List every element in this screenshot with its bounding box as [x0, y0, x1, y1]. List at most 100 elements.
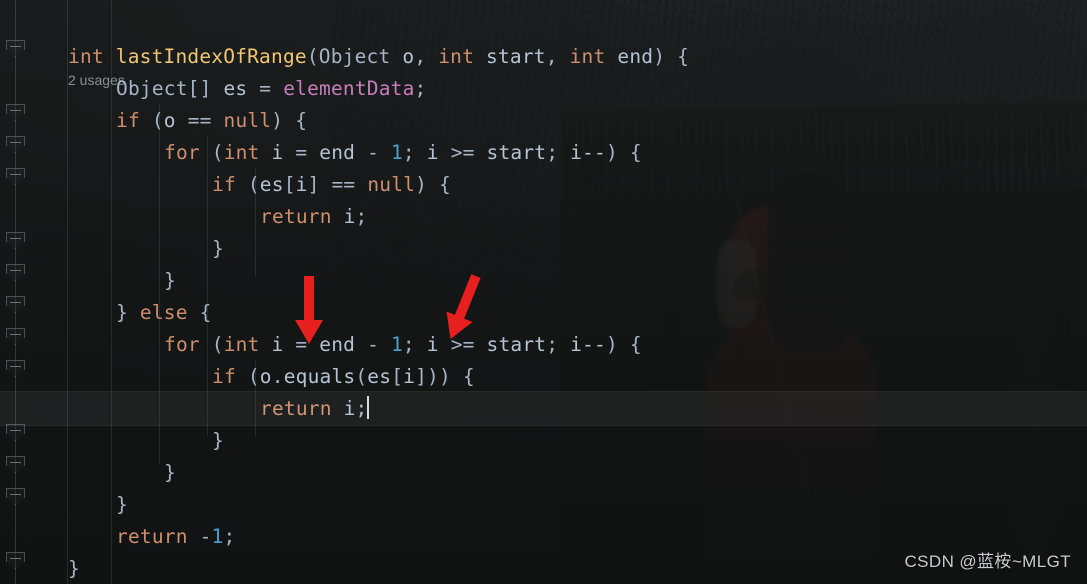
code-token: es	[367, 365, 392, 388]
code-token: if	[212, 173, 236, 196]
code-token: ;	[223, 525, 236, 548]
code-token: ;	[402, 333, 427, 356]
code-token: }	[212, 237, 224, 260]
code-token: o	[163, 109, 176, 132]
code-token: )	[271, 109, 284, 132]
current-line-highlight	[0, 391, 1087, 426]
code-token: {	[677, 45, 690, 68]
code-token: (	[355, 365, 368, 388]
code-line[interactable]: Object[] es = elementData;	[0, 73, 1087, 105]
code-line[interactable]: }	[0, 489, 1087, 521]
code-token: elementData	[283, 77, 415, 100]
code-token: ,	[545, 45, 570, 68]
code-token: else	[139, 301, 188, 324]
code-line[interactable]: int lastIndexOfRange(Object o, int start…	[0, 41, 1087, 73]
code-token: {	[629, 141, 642, 164]
code-token: {	[462, 365, 475, 388]
code-line[interactable]: if (o.equals(es[i])) {	[0, 361, 1087, 393]
code-token: o	[259, 365, 272, 388]
code-line[interactable]: }	[0, 457, 1087, 489]
code-token: start	[486, 45, 546, 68]
code-token: ;	[402, 141, 427, 164]
code-token: (	[211, 141, 224, 164]
code-line[interactable]: if (o == null) {	[0, 105, 1087, 137]
code-token: (	[151, 109, 164, 132]
code-token: [	[391, 365, 404, 388]
code-token: ;	[546, 333, 571, 356]
code-token: {	[199, 301, 212, 324]
code-token: null	[223, 109, 272, 132]
code-token: start	[486, 141, 547, 164]
code-token: =	[283, 141, 320, 164]
code-line[interactable]: for (int i = end - 1; i >= start; i--) {	[0, 137, 1087, 169]
code-token: int	[223, 333, 260, 356]
code-token: if	[212, 365, 236, 388]
code-token: -	[199, 525, 212, 548]
code-line[interactable]: } else {	[0, 297, 1087, 329]
code-token: i--	[570, 141, 606, 164]
code-token: start	[486, 333, 547, 356]
code-token: i	[295, 173, 308, 196]
code-token: int	[569, 45, 606, 68]
code-token: 1	[211, 525, 224, 548]
code-line[interactable]: }	[0, 425, 1087, 457]
code-token: return	[116, 525, 188, 548]
code-token: )	[605, 333, 618, 356]
watermark: CSDN @蓝桉~MLGT	[904, 552, 1071, 571]
code-token: lastIndexOfRange	[115, 45, 307, 68]
code-token: )	[653, 45, 666, 68]
code-editor-area[interactable]: 2 usages int lastIndexOfRange(Object o, …	[0, 0, 1087, 584]
code-token: )	[439, 365, 451, 388]
code-token: ;	[546, 141, 571, 164]
code-token: >=	[438, 141, 487, 164]
code-token: int	[223, 141, 260, 164]
code-token: {	[295, 109, 308, 132]
code-token: for	[164, 141, 200, 164]
code-token: equals	[283, 365, 356, 388]
code-token: }	[116, 493, 128, 516]
code-token: end	[617, 45, 654, 68]
code-line[interactable]: }	[0, 265, 1087, 297]
code-token: 1	[390, 333, 403, 356]
code-token: i	[343, 205, 356, 228]
code-token: i--	[570, 333, 606, 356]
code-token: ]	[307, 173, 320, 196]
code-line[interactable]: }	[0, 233, 1087, 265]
code-line[interactable]: for (int i = end - 1; i >= start; i--) {	[0, 329, 1087, 361]
code-token: for	[164, 333, 200, 356]
code-line[interactable]: return i;	[0, 201, 1087, 233]
code-token: int	[438, 45, 475, 68]
code-token: ;	[355, 205, 368, 228]
code-token: Object	[116, 77, 188, 100]
code-token: -	[355, 333, 391, 356]
code-token: ]	[415, 365, 428, 388]
code-token: =	[247, 77, 284, 100]
code-token: .	[271, 365, 284, 388]
code-token: []	[187, 77, 224, 100]
code-token: }	[164, 461, 176, 484]
code-line[interactable]: if (es[i] == null) {	[0, 169, 1087, 201]
ide-editor-screen: 2 usages int lastIndexOfRange(Object o, …	[0, 0, 1087, 584]
code-token: }	[212, 429, 224, 452]
code-token: i	[403, 365, 416, 388]
arrow-pointing-to-end-icon	[292, 276, 326, 344]
code-token: (	[247, 365, 260, 388]
code-token: i	[271, 333, 284, 356]
code-token: (	[306, 45, 319, 68]
code-token: ==	[175, 109, 224, 132]
code-token: i	[271, 141, 284, 164]
code-token: }	[116, 301, 128, 324]
